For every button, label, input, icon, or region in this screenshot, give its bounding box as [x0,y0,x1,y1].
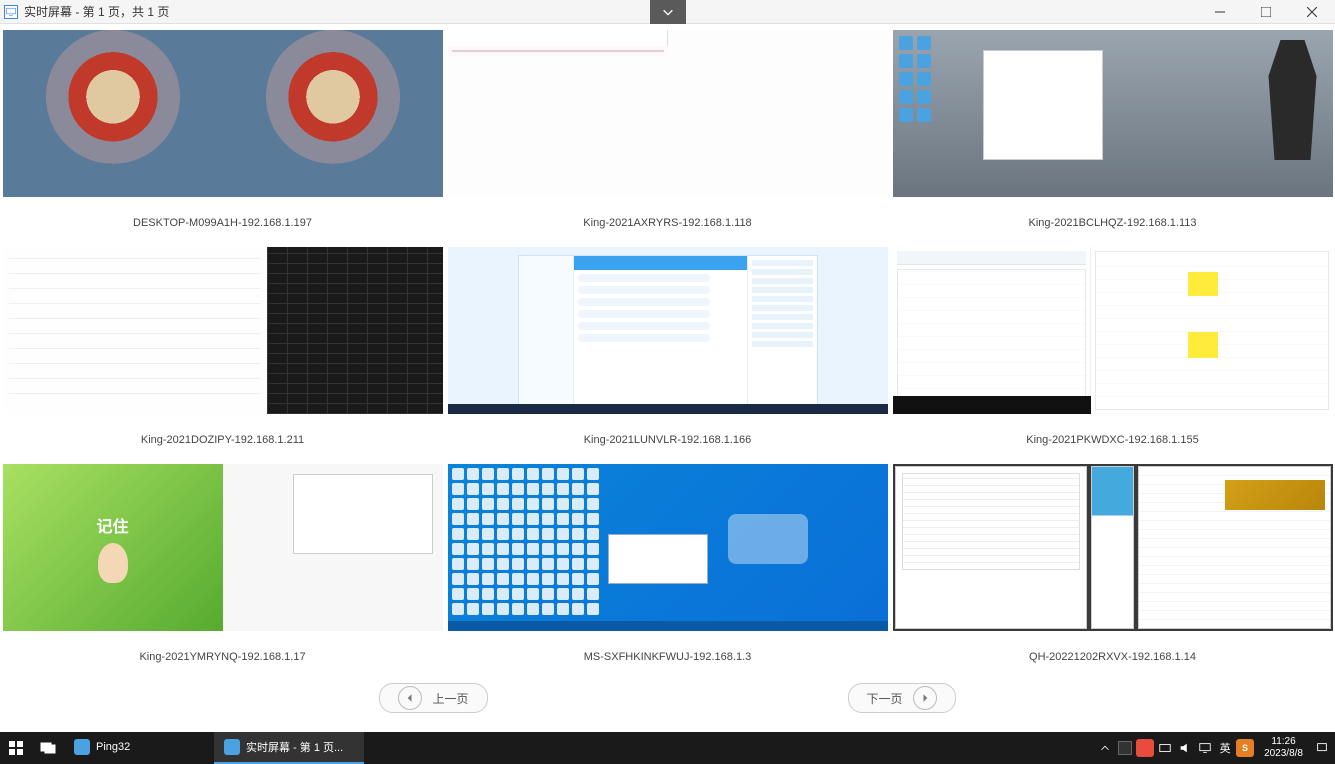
screen-label: DESKTOP-M099A1H-192.168.1.197 [133,201,312,245]
tray-security-icon[interactable] [1136,739,1154,757]
screen-thumbnail[interactable] [893,247,1333,414]
titlebar: 实时屏幕 - 第 1 页，共 1 页 [0,0,1335,24]
screen-cell: King-2021DOZIPY-192.168.1.211 [2,247,443,462]
window-controls [1197,0,1335,24]
screen-label: MS-SXFHKINKFWUJ-192.168.1.3 [584,635,752,679]
arrow-left-icon [398,686,422,710]
screen-cell: King-2021PKWDXC-192.168.1.155 [892,247,1333,462]
minimize-button[interactable] [1197,0,1243,24]
screen-cell: 记住King-2021YMRYNQ-192.168.1.17 [2,464,443,679]
system-tray: 英 S 11:26 2023/8/8 [1096,736,1335,760]
tray-sogou-icon[interactable]: S [1236,739,1254,757]
screen-cell: King-2021BCLHQZ-192.168.1.113 [892,30,1333,245]
screen-cell: King-2021LUNVLR-192.168.1.166 [447,247,888,462]
close-button[interactable] [1289,0,1335,24]
taskbar-apps: Ping32 实时屏幕 - 第 1 页... [64,732,364,764]
screen-grid: DESKTOP-M099A1H-192.168.1.197 King-2021AX… [0,24,1335,679]
ime-indicator[interactable]: 英 [1216,739,1234,757]
prev-page-button[interactable]: 上一页 [379,683,487,713]
clock-date: 2023/8/8 [1264,748,1303,760]
tray-network-icon[interactable] [1156,739,1174,757]
taskbar: Ping32 实时屏幕 - 第 1 页... 英 S 11:26 2023/8/8 [0,732,1335,764]
screen-thumbnail[interactable] [448,464,888,631]
maximize-button[interactable] [1243,0,1289,24]
start-button[interactable] [0,732,32,764]
screen-cell: DESKTOP-M099A1H-192.168.1.197 [2,30,443,245]
pager: 上一页 下一页 [0,679,1335,715]
next-page-button[interactable]: 下一页 [848,683,956,713]
window-title: 实时屏幕 - 第 1 页，共 1 页 [24,3,169,20]
clock-time: 11:26 [1264,736,1303,748]
app-label: 实时屏幕 - 第 1 页... [246,739,343,755]
taskbar-clock[interactable]: 11:26 2023/8/8 [1256,736,1311,760]
screen-thumbnail[interactable]: 记住 [3,464,443,631]
screen-label: King-2021DOZIPY-192.168.1.211 [141,418,304,462]
dropdown-toggle[interactable] [650,0,686,24]
screen-label: King-2021LUNVLR-192.168.1.166 [584,418,752,462]
tray-app-icon[interactable] [1116,739,1134,757]
prev-label: 上一页 [432,690,468,707]
app-label: Ping32 [96,741,130,753]
screen-thumbnail[interactable] [893,464,1333,631]
screen-cell: MS-SXFHKINKFWUJ-192.168.1.3 [447,464,888,679]
notifications-button[interactable] [1313,739,1331,757]
taskbar-app[interactable]: 实时屏幕 - 第 1 页... [214,732,364,764]
task-view-button[interactable] [32,732,64,764]
app-icon [74,739,90,755]
tray-display-icon[interactable] [1196,739,1214,757]
app-icon [224,739,240,755]
screen-label: King-2021AXRYRS-192.168.1.118 [583,201,751,245]
monitor-icon [4,5,18,19]
screen-label: QH-20221202RXVX-192.168.1.14 [1029,635,1196,679]
arrow-right-icon [913,686,937,710]
screen-label: King-2021PKWDXC-192.168.1.155 [1026,418,1198,462]
screen-label: King-2021BCLHQZ-192.168.1.113 [1029,201,1197,245]
screen-cell: King-2021AXRYRS-192.168.1.118 [447,30,888,245]
taskbar-app[interactable]: Ping32 [64,732,214,764]
tray-volume-icon[interactable] [1176,739,1194,757]
screen-cell: QH-20221202RXVX-192.168.1.14 [892,464,1333,679]
tray-expand-icon[interactable] [1096,739,1114,757]
screen-thumbnail[interactable] [448,247,888,414]
screen-label: King-2021YMRYNQ-192.168.1.17 [139,635,305,679]
screen-thumbnail[interactable] [3,30,443,197]
next-label: 下一页 [867,690,903,707]
screen-thumbnail[interactable] [448,30,888,197]
screen-thumbnail[interactable] [3,247,443,414]
screen-thumbnail[interactable] [893,30,1333,197]
